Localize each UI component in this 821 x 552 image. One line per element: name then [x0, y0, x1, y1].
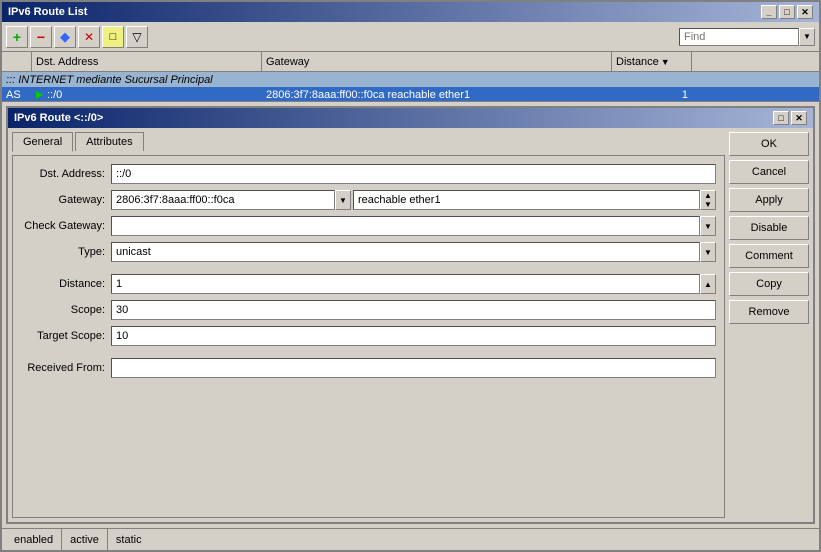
row-type-label: AS — [6, 89, 21, 101]
table-header: Dst. Address Gateway Distance ▼ — [2, 52, 819, 72]
distance-row: Distance: ▲ — [21, 274, 716, 294]
scope-input[interactable] — [111, 300, 716, 320]
check-gateway-row: Check Gateway: ▼ — [21, 216, 716, 236]
target-scope-input[interactable] — [111, 326, 716, 346]
type-dropdown-button[interactable]: ▼ — [700, 242, 716, 262]
search-input[interactable] — [679, 28, 799, 46]
remove-button-form[interactable]: Remove — [729, 300, 809, 324]
check-gateway-input[interactable] — [111, 216, 700, 236]
filter-button[interactable]: ▽ — [126, 26, 148, 48]
route-table: Dst. Address Gateway Distance ▼ ::: INTE… — [2, 52, 819, 102]
cancel-button[interactable]: Cancel — [729, 160, 809, 184]
edit-button[interactable]: ◆ — [54, 26, 76, 48]
delete-button[interactable]: ✕ — [78, 26, 100, 48]
outer-title-bar: IPv6 Route List _ □ ✕ — [2, 2, 819, 22]
form-panel: Dst. Address: Gateway: ▼ — [12, 155, 725, 518]
table-row[interactable]: AS ::/0 2806:3f7:8aaa:ff00::f0ca reachab… — [2, 87, 819, 102]
gateway-dropdown-button[interactable]: ▼ — [335, 190, 351, 210]
gateway-input1-wrapper: ▼ — [111, 190, 351, 210]
toolbar: + − ◆ ✕ □ ▽ ▼ — [2, 22, 819, 52]
row-gateway-cell: 2806:3f7:8aaa:ff00::f0ca reachable ether… — [262, 87, 612, 102]
inner-window-controls: □ ✕ — [773, 111, 807, 125]
copy-button-form[interactable]: Copy — [729, 272, 809, 296]
inner-maximize-button[interactable]: □ — [773, 111, 789, 125]
inner-content: General Attributes Dst. Address: Gateway… — [8, 128, 813, 522]
status-active: active — [62, 529, 108, 550]
status-enabled: enabled — [6, 529, 62, 550]
tab-general[interactable]: General — [12, 132, 73, 152]
comment-button[interactable]: Comment — [729, 244, 809, 268]
col-header-dst: Dst. Address — [32, 52, 262, 71]
gateway-label: Gateway: — [21, 194, 111, 206]
distance-up-button[interactable]: ▲ — [700, 274, 716, 294]
outer-window: IPv6 Route List _ □ ✕ + − ◆ ✕ □ ▽ ▼ Dst.… — [0, 0, 821, 552]
type-input[interactable] — [111, 242, 700, 262]
col-header-gateway: Gateway — [262, 52, 612, 71]
scope-row: Scope: — [21, 300, 716, 320]
status-bar: enabled active static — [2, 528, 819, 550]
gateway-row: Gateway: ▼ ▲▼ — [21, 190, 716, 210]
type-label: Type: — [21, 246, 111, 258]
table-group-label: ::: INTERNET mediante Sucursal Principal — [2, 72, 819, 87]
check-gateway-input-wrapper: ▼ — [111, 216, 716, 236]
inner-window: IPv6 Route <::/0> □ ✕ General Attributes — [6, 106, 815, 524]
col-header-check — [2, 52, 32, 71]
inner-window-title: IPv6 Route <::/0> — [14, 112, 103, 124]
gateway-input1[interactable] — [111, 190, 335, 210]
gateway-input-group: ▼ ▲▼ — [111, 190, 716, 210]
check-gateway-label: Check Gateway: — [21, 220, 111, 232]
outer-maximize-button[interactable]: □ — [779, 5, 795, 19]
received-from-input[interactable] — [111, 358, 716, 378]
inner-title-bar: IPv6 Route <::/0> □ ✕ — [8, 108, 813, 128]
target-scope-row: Target Scope: — [21, 326, 716, 346]
gateway2-dropdown-button[interactable]: ▲▼ — [700, 190, 716, 210]
row-distance-cell: 1 — [612, 87, 692, 102]
type-input-wrapper: ▼ — [111, 242, 716, 262]
inner-close-button[interactable]: ✕ — [791, 111, 807, 125]
form-area: General Attributes Dst. Address: Gateway… — [12, 132, 725, 518]
remove-button[interactable]: − — [30, 26, 52, 48]
outer-window-controls: _ □ ✕ — [761, 5, 813, 19]
col-header-distance-label: Distance — [616, 56, 659, 68]
dst-address-input[interactable] — [111, 164, 716, 184]
play-icon — [36, 91, 43, 99]
apply-button[interactable]: Apply — [729, 188, 809, 212]
search-dropdown-button[interactable]: ▼ — [799, 28, 815, 46]
ok-button[interactable]: OK — [729, 132, 809, 156]
copy-button[interactable]: □ — [102, 26, 124, 48]
col-header-distance: Distance ▼ — [612, 52, 692, 71]
distance-input-group: ▲ — [111, 274, 716, 294]
dst-address-label: Dst. Address: — [21, 168, 111, 180]
row-type-cell: AS — [2, 87, 32, 102]
gateway-input2[interactable] — [353, 190, 700, 210]
distance-label: Distance: — [21, 278, 111, 290]
distance-sort-icon: ▼ — [661, 57, 670, 67]
row-dst-cell: ::/0 — [32, 87, 262, 102]
check-gateway-dropdown-button[interactable]: ▼ — [700, 216, 716, 236]
button-panel: OK Cancel Apply Disable Comment Copy Rem… — [729, 132, 809, 518]
tab-attributes[interactable]: Attributes — [75, 132, 143, 151]
dst-address-row: Dst. Address: — [21, 164, 716, 184]
distance-input[interactable] — [111, 274, 700, 294]
received-from-row: Received From: — [21, 358, 716, 378]
tab-bar: General Attributes — [12, 132, 725, 151]
target-scope-label: Target Scope: — [21, 330, 111, 342]
col-header-gateway-label: Gateway — [266, 56, 309, 68]
status-static: static — [108, 529, 150, 550]
gateway-input2-wrapper: ▲▼ — [353, 190, 716, 210]
outer-window-title: IPv6 Route List — [8, 6, 87, 18]
scope-label: Scope: — [21, 304, 111, 316]
row-dst-value: ::/0 — [47, 89, 62, 101]
outer-close-button[interactable]: ✕ — [797, 5, 813, 19]
received-from-label: Received From: — [21, 362, 111, 374]
add-button[interactable]: + — [6, 26, 28, 48]
type-row: Type: ▼ — [21, 242, 716, 262]
search-area: ▼ — [679, 28, 815, 46]
disable-button[interactable]: Disable — [729, 216, 809, 240]
outer-minimize-button[interactable]: _ — [761, 5, 777, 19]
